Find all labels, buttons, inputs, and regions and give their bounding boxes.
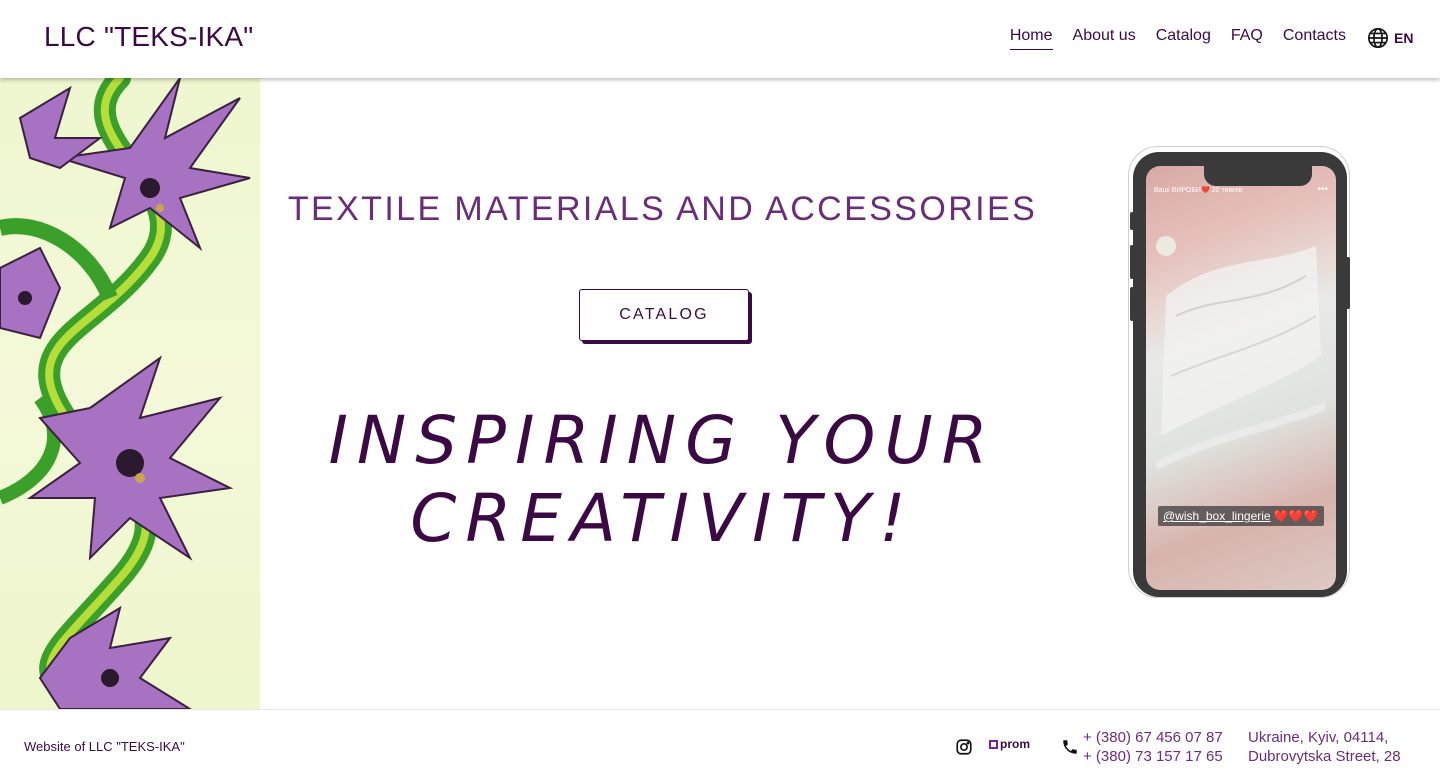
phone-number-2[interactable]: + (380) 73 157 17 65 bbox=[1083, 747, 1223, 766]
site-header: LLC "TEKS-IKA" Home About us Catalog FAQ… bbox=[0, 0, 1440, 78]
hero-title: TEXTILE MATERIALS AND ACCESSORIES bbox=[287, 190, 1038, 228]
phone-number-1[interactable]: + (380) 67 456 07 87 bbox=[1083, 728, 1223, 747]
language-code: EN bbox=[1394, 30, 1414, 46]
nav-item-about-us[interactable]: About us bbox=[1073, 27, 1136, 50]
phone-body: Ваші ВИРОБИ❤️ 20 тижнів ••• @wish_box_li… bbox=[1133, 152, 1347, 597]
prom-label: prom bbox=[1000, 737, 1030, 751]
tagline-line-2: CREATIVITY! bbox=[410, 480, 915, 557]
address-line-1: Ukraine, Kyiv, 04114, bbox=[1248, 729, 1389, 746]
globe-icon bbox=[1368, 28, 1388, 48]
prom-link[interactable]: prom bbox=[989, 737, 1030, 751]
main-nav: Home About us Catalog FAQ Contacts bbox=[1009, 27, 1346, 50]
footer-site-label: Website of LLC "TEKS-IKA" bbox=[24, 739, 185, 754]
tag-handle: @wish_box_lingerie bbox=[1163, 509, 1271, 523]
prom-logo-icon bbox=[989, 739, 998, 749]
nav-item-faq[interactable]: FAQ bbox=[1231, 27, 1263, 50]
phone-mockup: Ваші ВИРОБИ❤️ 20 тижнів ••• @wish_box_li… bbox=[1128, 146, 1350, 598]
embroidery-decoration bbox=[0, 78, 260, 709]
phone-icon bbox=[1063, 740, 1077, 754]
address: Ukraine, Kyiv, 04114, Dubrovytska Street… bbox=[1248, 728, 1401, 766]
address-line-2: Dubrovytska Street, 28 bbox=[1248, 748, 1401, 765]
site-footer: Website of LLC "TEKS-IKA" prom + (380) 6… bbox=[0, 709, 1440, 783]
instagram-icon[interactable] bbox=[955, 738, 973, 756]
site-logo[interactable]: LLC "TEKS-IKA" bbox=[44, 21, 253, 53]
phone-numbers: + (380) 67 456 07 87 + (380) 73 157 17 6… bbox=[1083, 728, 1223, 766]
catalog-button[interactable]: CATALOG bbox=[579, 289, 749, 341]
instagram-tag-sticker[interactable]: @wish_box_lingerie ❤️❤️❤️ bbox=[1158, 506, 1324, 526]
tag-hearts: ❤️❤️❤️ bbox=[1273, 509, 1319, 523]
language-switcher[interactable]: EN bbox=[1367, 27, 1413, 49]
phone-notch bbox=[1204, 166, 1312, 186]
story-header: Ваші ВИРОБИ❤️ 20 тижнів bbox=[1154, 187, 1243, 194]
nav-item-home[interactable]: Home bbox=[1009, 27, 1053, 50]
nav-item-catalog[interactable]: Catalog bbox=[1156, 27, 1211, 50]
more-icon: ••• bbox=[1317, 184, 1328, 195]
phone-screen[interactable]: Ваші ВИРОБИ❤️ 20 тижнів ••• @wish_box_li… bbox=[1146, 166, 1336, 590]
tagline-line-1: INSPIRING YOUR bbox=[328, 402, 997, 479]
hero-tagline: INSPIRING YOUR CREATIVITY! bbox=[260, 402, 1065, 558]
nav-item-contacts[interactable]: Contacts bbox=[1283, 27, 1346, 50]
lingerie-image bbox=[1156, 236, 1326, 470]
